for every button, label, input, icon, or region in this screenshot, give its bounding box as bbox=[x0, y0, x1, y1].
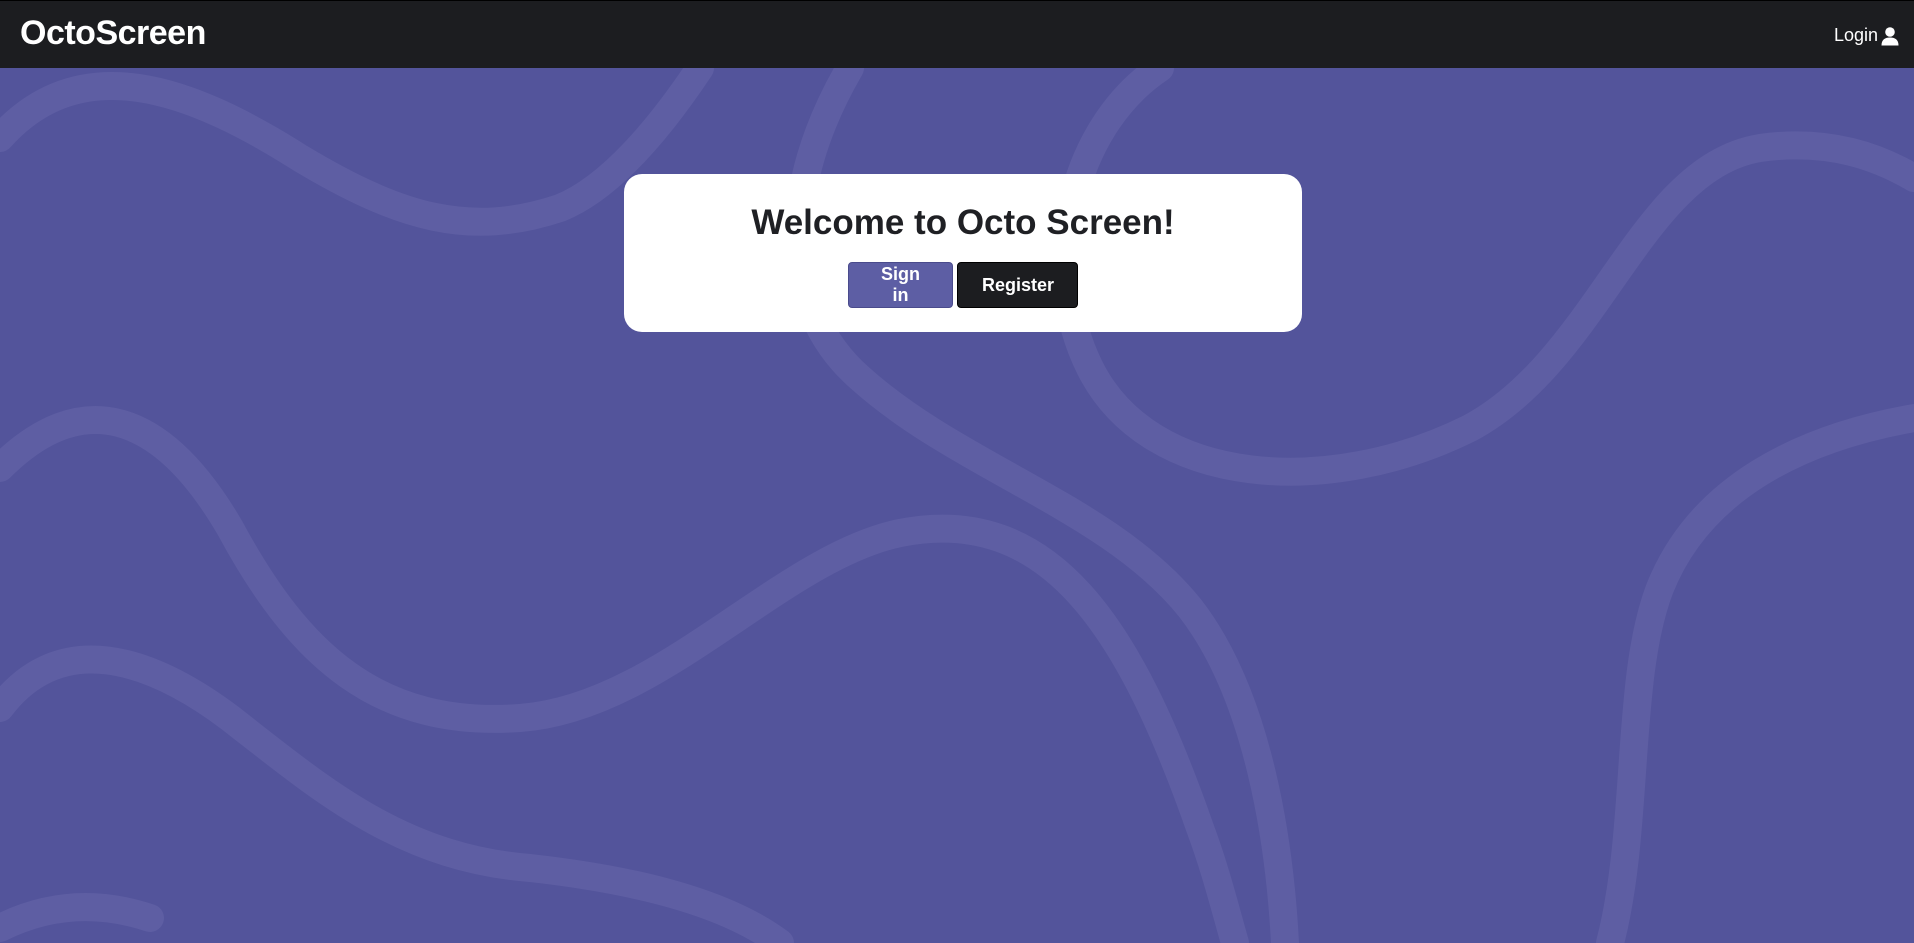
welcome-title: Welcome to Octo Screen! bbox=[751, 203, 1175, 242]
register-button[interactable]: Register bbox=[957, 262, 1078, 308]
hero-section: Welcome to Octo Screen! Sign in Register bbox=[0, 68, 1914, 943]
user-icon bbox=[1881, 26, 1899, 45]
auth-buttons: Sign in Register bbox=[624, 262, 1302, 308]
sign-in-button[interactable]: Sign in bbox=[848, 262, 953, 308]
login-link[interactable]: Login bbox=[1834, 25, 1900, 46]
brand-logo[interactable]: OctoScreen bbox=[20, 14, 206, 53]
login-label: Login bbox=[1833, 25, 1878, 45]
page: OctoScreen Login Welcome to Octo Screen! bbox=[0, 0, 1914, 943]
welcome-card: Welcome to Octo Screen! Sign in Register bbox=[624, 174, 1302, 332]
navbar: OctoScreen Login bbox=[0, 0, 1914, 68]
